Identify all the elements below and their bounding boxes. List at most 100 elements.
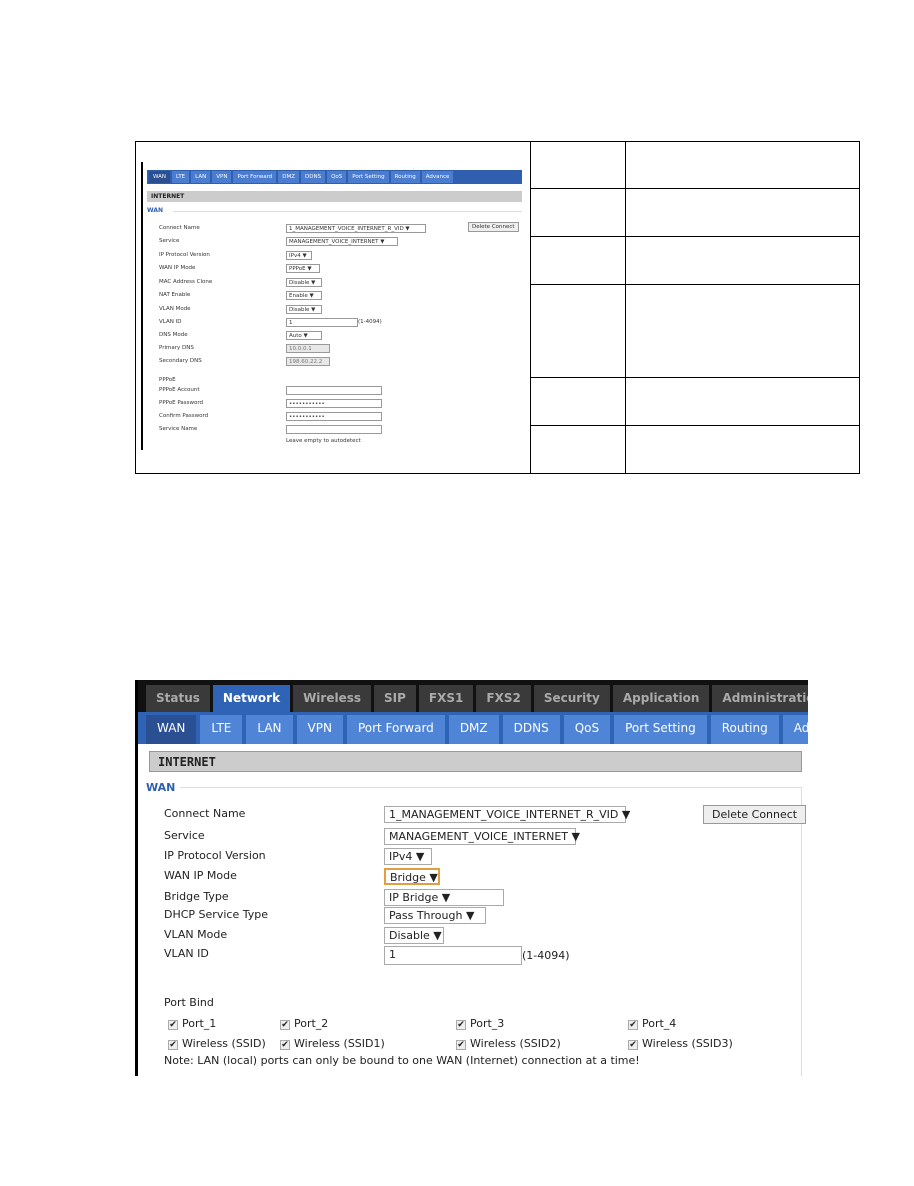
field-value[interactable]: 1_MANAGEMENT_VOICE_INTERNET_R_VID ▼ [286,224,426,233]
field-label: VLAN ID [159,319,182,325]
field-label: WAN IP Mode [164,869,237,882]
field-value[interactable]: IPv4 ▼ [286,251,312,260]
tab-lte[interactable]: LTE [172,171,190,183]
checkbox-checked-icon[interactable]: ✔ [168,1040,178,1050]
text-input[interactable] [286,425,382,434]
tab-port-forward[interactable]: Port Forward [233,171,277,183]
field-label: IP Protocol Version [164,849,266,862]
field-label: NAT Enable [159,292,191,298]
field-value[interactable]: Disable ▼ [286,305,322,314]
field-value[interactable]: MANAGEMENT_VOICE_INTERNET ▼ [384,828,580,845]
field-value[interactable]: IP Bridge ▼ [384,889,504,906]
subtab-port-forward[interactable]: Port Forward [346,715,445,744]
tab-fxs2[interactable]: FXS2 [476,685,531,712]
field-label: IP Protocol Version [159,252,210,258]
text-input[interactable]: ••••••••••• [286,412,382,421]
tab-security[interactable]: Security [533,685,610,712]
port-checkbox[interactable]: ✔ Port_1 [168,1017,216,1030]
field-value: 10.0.0.1 [286,344,330,353]
port-checkbox[interactable]: ✔ Port_3 [456,1017,504,1030]
subtab-lte[interactable]: LTE [200,715,243,744]
field-label: Connect Name [159,225,200,231]
checkbox-checked-icon[interactable]: ✔ [628,1020,638,1030]
tab-network[interactable]: Network [212,685,291,712]
tab-application[interactable]: Application [612,685,710,712]
tab-status[interactable]: Status [146,685,210,712]
tab-lan[interactable]: LAN [191,171,211,183]
field-label: Service [164,829,205,842]
tab-port-setting[interactable]: Port Setting [348,171,389,183]
field-label: Service [159,238,180,244]
port-label: Port_2 [294,1017,329,1030]
tab-qos[interactable]: QoS [327,171,347,183]
field-label: Service Name [159,426,198,432]
field-value[interactable]: 1 [384,946,522,965]
port-checkbox[interactable]: ✔ Wireless (SSID2) [456,1037,561,1050]
checkbox-checked-icon[interactable]: ✔ [168,1020,178,1030]
subtab-port-setting[interactable]: Port Setting [614,715,707,744]
port-label: Port_4 [642,1017,677,1030]
field-value[interactable]: Disable ▼ [286,278,322,287]
port-bind-note: Note: LAN (local) ports can only be boun… [164,1054,640,1067]
field-value[interactable]: MANAGEMENT_VOICE_INTERNET ▼ [286,237,398,246]
divider [173,211,522,212]
field-value[interactable]: PPPoE ▼ [286,264,320,273]
pppoe-header: PPPoE [159,377,176,383]
hint-text: Leave empty to autodetect [286,438,361,444]
checkbox-checked-icon[interactable]: ✔ [280,1040,290,1050]
field-value[interactable]: Auto ▼ [286,331,322,340]
subtab-qos[interactable]: QoS [563,715,611,744]
field-value[interactable]: IPv4 ▼ [384,848,432,865]
tab-vpn[interactable]: VPN [212,171,232,183]
checkbox-checked-icon[interactable]: ✔ [280,1020,290,1030]
field-label: Connect Name [164,807,246,820]
port-checkbox[interactable]: ✔ Wireless (SSID) [168,1037,266,1050]
field-label: VLAN ID [164,947,209,960]
tab-dmz[interactable]: DMZ [278,171,299,183]
field-label: DHCP Service Type [164,908,268,921]
field-label: WAN IP Mode [159,265,196,271]
field-label: DNS Mode [159,332,188,338]
tab-routing[interactable]: Routing [390,171,420,183]
subtab-lan[interactable]: LAN [246,715,293,744]
subtab-routing[interactable]: Routing [710,715,779,744]
field-label: VLAN Mode [159,306,191,312]
field-value[interactable]: 1_MANAGEMENT_VOICE_INTERNET_R_VID ▼ [384,806,630,823]
port-label: Wireless (SSID3) [642,1037,733,1050]
delete-connect-button[interactable]: Delete Connect [468,222,519,232]
tab-administration[interactable]: Administration [712,685,808,712]
subtab-vpn[interactable]: VPN [296,715,343,744]
text-input[interactable]: ••••••••••• [286,399,382,408]
screenshot-bridge: Status Network Wireless SIP FXS1 FXS2 Security… [135,680,808,1076]
port-checkbox[interactable]: ✔ Port_4 [628,1017,676,1030]
port-label: Wireless (SSID1) [294,1037,385,1050]
section-header: INTERNET [149,751,802,772]
tab-ddns[interactable]: DDNS [300,171,326,183]
field-value[interactable]: Disable ▼ [384,927,444,944]
tab-advance[interactable]: Advance [421,171,454,183]
delete-connect-button[interactable]: Delete Connect [703,805,807,824]
text-input[interactable] [286,386,382,395]
tab-sip[interactable]: SIP [374,685,416,712]
group-label: WAN [146,781,176,794]
subtab-wan[interactable]: WAN [146,715,197,744]
checkbox-checked-icon[interactable]: ✔ [456,1040,466,1050]
subtab-dmz[interactable]: DMZ [448,715,499,744]
tab-fxs1[interactable]: FXS1 [418,685,474,712]
tab-wan[interactable]: WAN [149,171,171,183]
divider [180,787,802,788]
checkbox-checked-icon[interactable]: ✔ [456,1020,466,1030]
port-label: Wireless (SSID2) [470,1037,561,1050]
port-checkbox[interactable]: ✔ Wireless (SSID1) [280,1037,385,1050]
subtab-ddns[interactable]: DDNS [502,715,560,744]
section-header: INTERNET [147,191,522,202]
field-value[interactable]: Bridge ▼ [384,868,440,885]
port-checkbox[interactable]: ✔ Port_2 [280,1017,328,1030]
field-value[interactable]: Enable ▼ [286,291,322,300]
tab-wireless[interactable]: Wireless [293,685,372,712]
subtab-advance[interactable]: Advance [782,715,808,744]
field-value[interactable]: Pass Through ▼ [384,907,486,924]
port-checkbox[interactable]: ✔ Wireless (SSID3) [628,1037,733,1050]
field-value[interactable]: 1 [286,318,358,327]
checkbox-checked-icon[interactable]: ✔ [628,1040,638,1050]
